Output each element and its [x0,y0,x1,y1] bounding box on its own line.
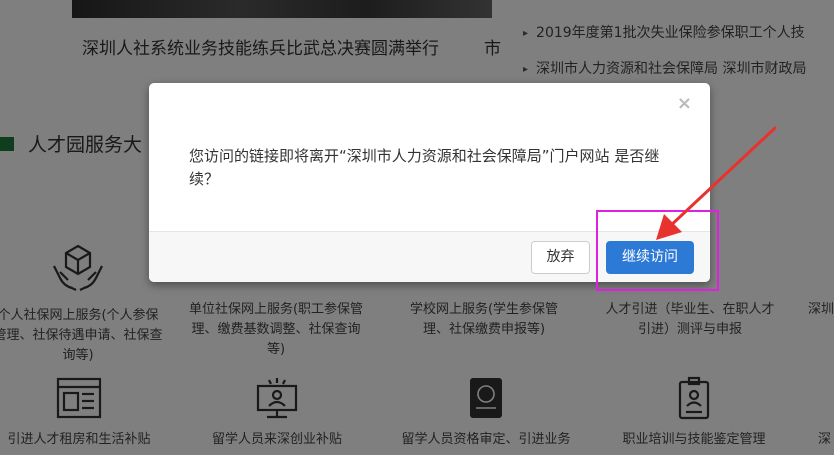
pointer-arrow-icon [656,126,777,240]
